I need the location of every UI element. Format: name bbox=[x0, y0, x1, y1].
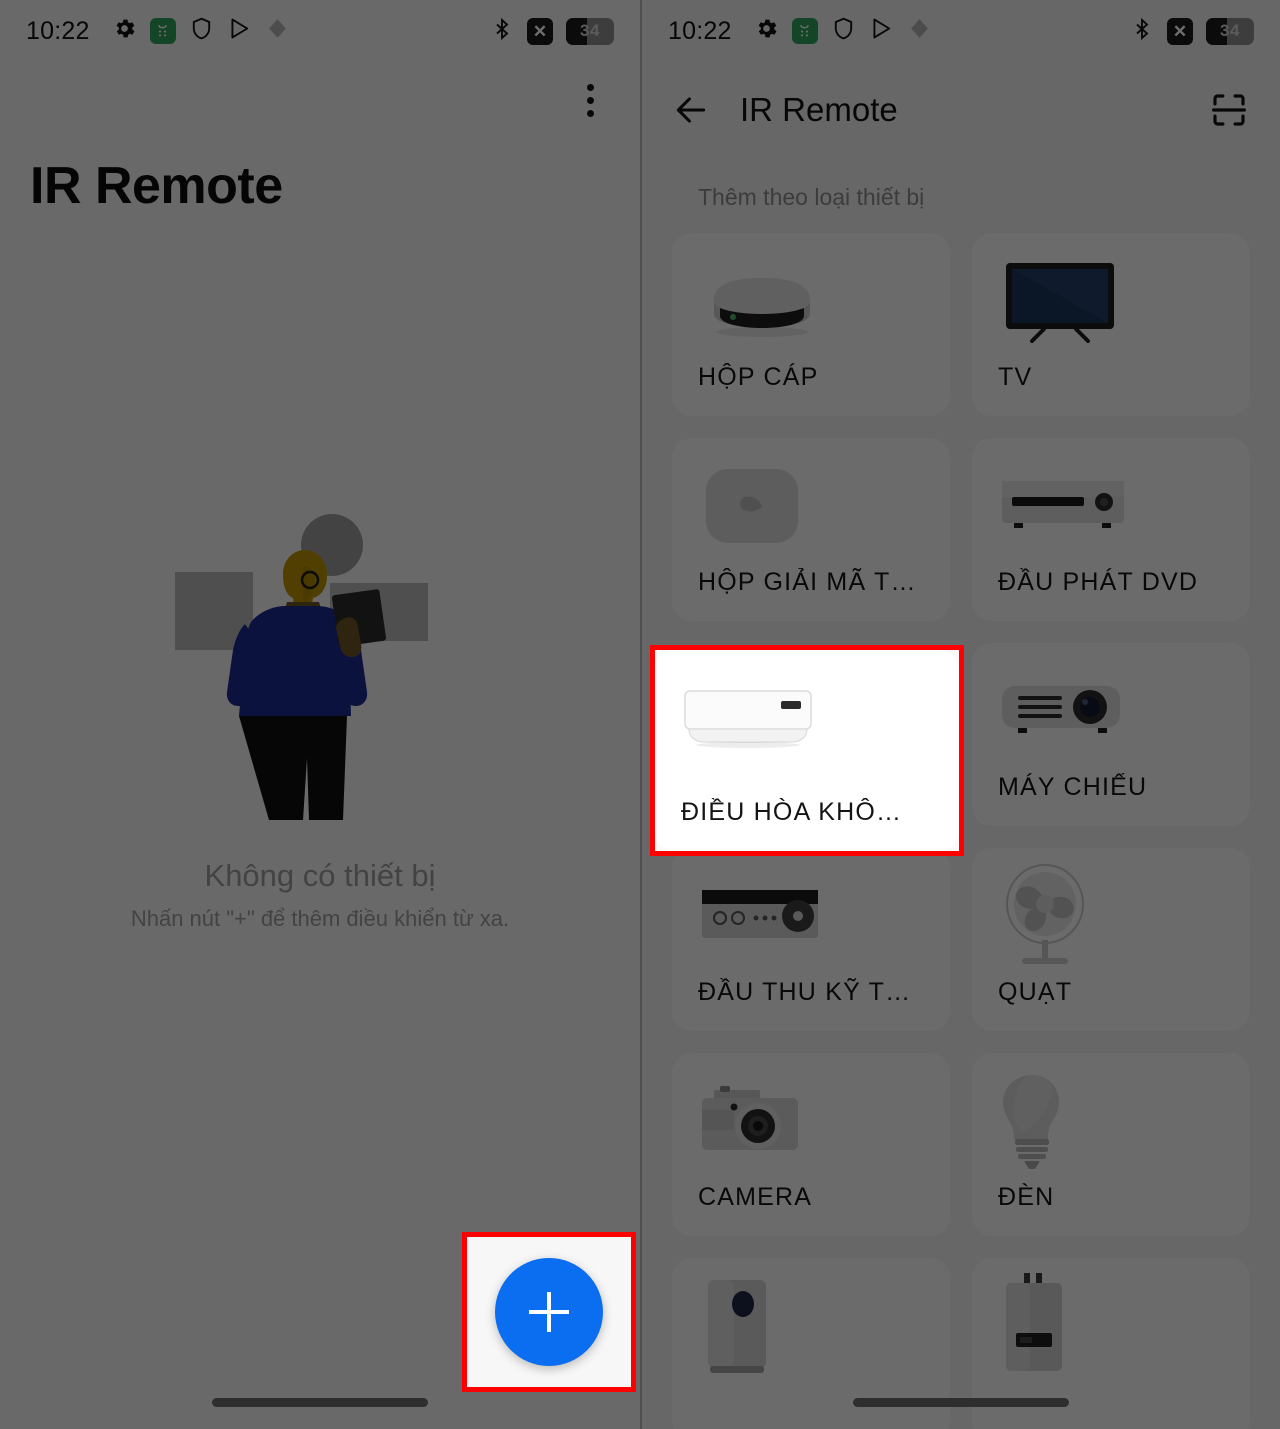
set-top-box-icon bbox=[698, 458, 924, 554]
battery-level: 34 bbox=[580, 21, 600, 40]
right-app-bar: IR Remote bbox=[642, 62, 1280, 158]
add-remote-fab[interactable] bbox=[495, 1258, 603, 1366]
section-label: Thêm theo loại thiết bị bbox=[698, 184, 925, 210]
arrow-left-icon[interactable] bbox=[672, 91, 710, 129]
left-app-bar bbox=[0, 62, 640, 138]
camera-icon bbox=[698, 1073, 924, 1169]
dvd-player-icon bbox=[998, 458, 1224, 554]
scan-icon[interactable] bbox=[1208, 89, 1250, 131]
status-left-icons bbox=[754, 16, 932, 46]
cable-box-icon bbox=[698, 253, 924, 349]
play-store-icon bbox=[869, 16, 894, 46]
more-vertical-icon[interactable] bbox=[579, 76, 602, 125]
device-card-label: HỘP CÁP bbox=[698, 363, 819, 391]
bluetooth-icon bbox=[1130, 16, 1154, 47]
air-conditioner-icon bbox=[681, 670, 933, 766]
water-heater-icon bbox=[998, 1273, 1224, 1374]
status-time: 10:22 bbox=[668, 16, 732, 45]
device-card-highlight-box: ĐIỀU HÒA KHÔ… bbox=[650, 645, 964, 856]
device-card-label bbox=[998, 1417, 1224, 1429]
fan-icon bbox=[998, 864, 1224, 964]
person-with-tablet-illustration bbox=[175, 514, 428, 820]
projector-icon bbox=[998, 663, 1224, 759]
shield-icon bbox=[189, 16, 214, 46]
device-card-label: CAMERA bbox=[698, 1183, 813, 1211]
device-card-label: ĐÈN bbox=[998, 1183, 1055, 1211]
device-card-label: MÁY CHIẾU bbox=[998, 773, 1148, 801]
device-card-air-conditioner[interactable]: ĐIỀU HÒA KHÔ… bbox=[655, 650, 959, 851]
av-receiver-icon bbox=[698, 868, 924, 964]
left-phone-screen: 10:22 ✕ 34 IR Remote Không có thiết bị N… bbox=[0, 0, 640, 1429]
device-card-light-bulb[interactable]: ĐÈN bbox=[972, 1053, 1250, 1236]
gear-icon bbox=[112, 16, 137, 46]
status-right-icons: ✕ 34 bbox=[490, 16, 614, 47]
no-sim-icon: ✕ bbox=[1167, 17, 1193, 45]
light-bulb-icon bbox=[998, 1073, 1224, 1169]
app-badge-icon bbox=[791, 18, 818, 44]
page-title: IR Remote bbox=[30, 157, 283, 215]
status-bar-right: 10:22 ✕ 34 bbox=[642, 0, 1280, 62]
cast-icon bbox=[265, 16, 290, 46]
device-card-label: ĐẦU THU KỸ T… bbox=[698, 978, 912, 1006]
empty-state-title: Không có thiết bị bbox=[204, 858, 436, 893]
plus-icon bbox=[529, 1292, 569, 1332]
status-right-icons: ✕ 34 bbox=[1130, 16, 1254, 47]
device-card-av-receiver[interactable]: ĐẦU THU KỸ T… bbox=[672, 848, 950, 1031]
cast-icon bbox=[907, 16, 932, 46]
bluetooth-icon bbox=[490, 16, 514, 47]
app-badge-icon bbox=[149, 18, 176, 44]
home-indicator-right bbox=[853, 1398, 1069, 1407]
device-card-label: TV bbox=[998, 363, 1033, 391]
device-card-set-top-box[interactable]: HỘP GIẢI MÃ T… bbox=[672, 438, 950, 621]
status-time: 10:22 bbox=[26, 16, 90, 45]
empty-state-subtitle: Nhấn nút "+" để thêm điều khiển từ xa. bbox=[130, 906, 510, 931]
device-card-camera[interactable]: CAMERA bbox=[672, 1053, 950, 1236]
play-store-icon bbox=[227, 16, 252, 46]
device-card-label: HỘP GIẢI MÃ T… bbox=[698, 568, 917, 596]
battery-icon: 34 bbox=[566, 17, 614, 45]
status-bar-left: 10:22 ✕ 34 bbox=[0, 0, 640, 62]
status-left-icons bbox=[112, 16, 290, 46]
no-sim-icon: ✕ bbox=[527, 17, 553, 45]
dual-screenshot-container: 10:22 ✕ 34 IR Remote Không có thiết bị N… bbox=[0, 0, 1280, 1429]
battery-level: 34 bbox=[1220, 21, 1240, 40]
device-card-tv[interactable]: TV bbox=[972, 233, 1250, 416]
battery-icon: 34 bbox=[1206, 17, 1254, 45]
empty-state: Không có thiết bị Nhấn nút "+" để thêm đ… bbox=[0, 500, 640, 932]
tv-icon bbox=[998, 253, 1224, 349]
gear-icon bbox=[754, 16, 779, 46]
device-card-cable-box[interactable]: HỘP CÁP bbox=[672, 233, 950, 416]
device-card-label: QUẠT bbox=[998, 978, 1073, 1006]
device-card-fan[interactable]: QUẠT bbox=[972, 848, 1250, 1031]
device-card-projector[interactable]: MÁY CHIẾU bbox=[972, 643, 1250, 826]
device-card-label bbox=[698, 1417, 924, 1429]
device-card-label: ĐẦU PHÁT DVD bbox=[998, 568, 1199, 596]
device-card-label: ĐIỀU HÒA KHÔ… bbox=[681, 798, 903, 826]
air-purifier-icon bbox=[698, 1278, 924, 1374]
home-indicator-left bbox=[212, 1398, 428, 1407]
page-title: IR Remote bbox=[740, 91, 898, 128]
fab-highlight-box bbox=[462, 1232, 636, 1392]
shield-icon bbox=[831, 16, 856, 46]
device-card-dvd-player[interactable]: ĐẦU PHÁT DVD bbox=[972, 438, 1250, 621]
